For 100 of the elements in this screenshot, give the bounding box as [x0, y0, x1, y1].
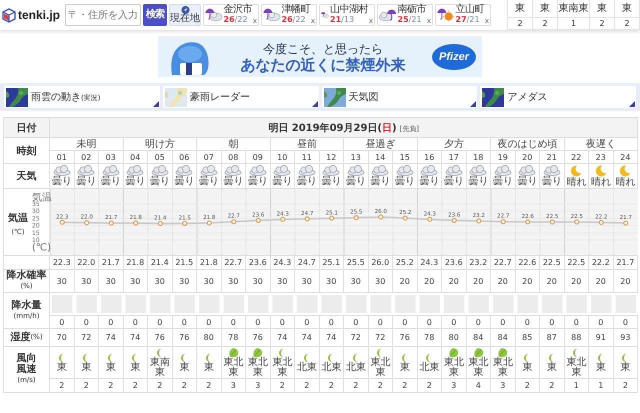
city-name: 津幡町	[282, 5, 310, 15]
data-point	[182, 220, 188, 226]
cloud-icon	[150, 165, 169, 176]
hour-cell: 13	[344, 150, 368, 164]
wind-speed-cell: 2	[540, 378, 564, 392]
hour-cell: 11	[294, 150, 319, 164]
umbrella-cloud-icon	[205, 8, 223, 22]
period-label: 夜のはじめ頃	[490, 138, 564, 150]
wind-direction: 北東	[320, 362, 342, 372]
wind-direction: 東	[80, 362, 92, 372]
humidity-cell: 78	[417, 328, 442, 346]
wind-speed-cell: 2	[294, 378, 319, 392]
wind-direction-cell: 東	[590, 0, 615, 18]
wind-direction: 東	[619, 362, 632, 372]
wind-speed-cell: 2	[515, 378, 540, 392]
data-point	[84, 220, 90, 226]
hour-cell: 22	[564, 150, 588, 164]
wind-speed-cell: 1	[558, 18, 590, 30]
data-point	[256, 218, 261, 223]
precipitation-cell: 0	[490, 316, 515, 328]
map-link[interactable]: アメダス	[480, 86, 636, 108]
humidity-cell: 76	[246, 328, 270, 346]
humidity-cell: 76	[392, 328, 417, 346]
cloud-icon	[322, 165, 340, 176]
map-link[interactable]: 天気図	[322, 86, 478, 108]
wind-speed-cell: 3	[221, 378, 246, 392]
search-button[interactable]: 検索	[143, 4, 168, 26]
map-link[interactable]: 豪雨レーダー	[162, 86, 318, 108]
data-point	[476, 218, 482, 224]
data-point	[378, 214, 384, 220]
row-label: 降水量	[12, 300, 42, 310]
hour-cell: 07	[196, 150, 221, 164]
weather-label: 曇り	[198, 176, 219, 187]
corner-triangle-icon	[152, 101, 159, 107]
humidity-cell: 91	[588, 328, 613, 346]
wind-speed-cell: 2	[98, 378, 123, 392]
weather-label: 曇り	[100, 176, 121, 187]
weather-label: 曇り	[248, 176, 268, 187]
precipitation-cell: 0	[368, 316, 392, 328]
precipitation-cell: 0	[392, 316, 417, 328]
humidity-cell: 76	[148, 328, 172, 346]
wind-direction: 北東	[418, 362, 440, 372]
row-label: 気温	[8, 213, 28, 224]
row-label: 天気	[4, 164, 50, 188]
weather-label: 曇り	[150, 176, 170, 187]
wind-speed-cell: 2	[344, 378, 368, 392]
precipitation-cell: 0	[294, 316, 319, 328]
cloud-icon	[298, 165, 316, 176]
data-point	[280, 216, 286, 222]
site-logo[interactable]: tenki.jp	[18, 8, 60, 22]
precipitation-cell: 0	[50, 316, 74, 328]
wind-direction: 東	[398, 362, 411, 372]
cloud-icon	[102, 165, 120, 176]
period-label: 夕方	[417, 138, 490, 150]
cloud-icon	[346, 165, 365, 176]
cloud-icon	[420, 165, 438, 176]
weather-label: 晴れ	[566, 176, 586, 188]
ad-banner[interactable]: 今度こそ、と思ったら あなたの近くに禁煙外来 Pfizer	[158, 36, 482, 77]
current-location-button[interactable]: 現在地	[169, 4, 202, 26]
humidity-cell: 93	[613, 328, 638, 346]
date-heading: 明日 2019年09月29日(日)	[268, 122, 397, 134]
data-point	[598, 220, 604, 225]
weather-label: 曇り	[370, 176, 390, 187]
data-point	[329, 216, 334, 221]
hour-cell: 17	[442, 150, 466, 164]
search-field[interactable]: 〒・住所を入力	[65, 4, 142, 26]
corner-triangle-icon	[470, 101, 476, 107]
weather-label: 曇り	[542, 176, 562, 187]
wind-speed-cell: 2	[392, 378, 417, 392]
humidity-cell: 74	[294, 328, 319, 346]
temperature-cell: 25.1	[319, 256, 344, 270]
precipitation-cell: 0	[564, 316, 588, 328]
cloud-icon	[224, 165, 242, 176]
cloud-icon	[77, 165, 96, 176]
data-point	[354, 215, 359, 220]
data-point	[623, 220, 628, 226]
humidity-cell: 74	[123, 328, 148, 346]
weather-label: 曇り	[517, 176, 538, 187]
city-name: 金沢市	[224, 5, 252, 15]
temperature-cell: 22.5	[564, 256, 588, 270]
wind-direction: 東南東	[148, 358, 171, 378]
hour-cell: 08	[221, 150, 246, 164]
wind-direction: 東北東	[492, 358, 514, 378]
data-point	[427, 216, 432, 222]
precipitation-cell: 0	[515, 316, 540, 328]
temperature-cell: 26.0	[368, 256, 392, 270]
humidity-cell: 88	[564, 328, 588, 346]
hour-cell: 21	[540, 150, 564, 164]
axis-title: 気温	[32, 192, 52, 204]
period-label: 明け方	[123, 138, 196, 150]
hour-cell: 15	[392, 150, 417, 164]
city-temperature: 26/22	[282, 15, 307, 25]
hour-cell: 05	[148, 150, 172, 164]
wind-direction: 東	[521, 362, 534, 372]
humidity-cell: 74	[319, 328, 344, 346]
wind-speed-cell: 2	[613, 378, 638, 392]
wind-speed-cell: 4	[466, 378, 490, 392]
temperature-cell: 21.4	[148, 256, 172, 270]
precipitation-cell: 0	[148, 316, 172, 328]
humidity-cell: 84	[466, 328, 490, 346]
